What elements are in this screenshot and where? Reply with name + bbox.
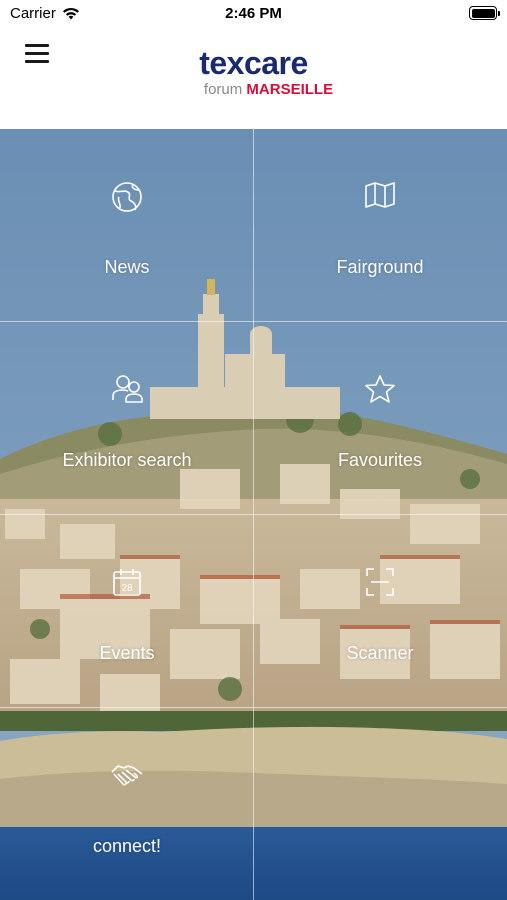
- calendar-day: 28: [121, 583, 133, 594]
- map-icon: [253, 181, 507, 215]
- status-bar: Carrier 2:46 PM: [0, 0, 507, 28]
- status-time: 2:46 PM: [225, 5, 282, 22]
- calendar-icon: 28: [0, 567, 254, 601]
- logo-sub-forum: forum: [203, 81, 243, 98]
- star-icon: [253, 374, 507, 408]
- tile-exhibitor-search-label: Exhibitor search: [62, 450, 192, 470]
- tile-exhibitor-search[interactable]: Exhibitor search: [0, 322, 254, 515]
- tile-favourites[interactable]: Favourites: [253, 322, 507, 515]
- scanner-icon: [253, 567, 507, 601]
- logo-sub-city: MARSEILLE: [246, 81, 334, 98]
- tile-scanner-label: Scanner: [346, 643, 414, 663]
- tile-fairground[interactable]: Fairground: [253, 129, 507, 322]
- tile-fairground-label: Fairground: [336, 257, 424, 277]
- handshake-icon: [0, 760, 254, 794]
- logo-sub-text: forum MARSEILLE: [0, 81, 507, 98]
- texcare-logo: texcare forum MARSEILLE: [0, 46, 507, 98]
- tile-connect[interactable]: connect!: [0, 708, 254, 900]
- tile-news-label: News: [104, 257, 150, 277]
- tile-scanner[interactable]: Scanner: [253, 515, 507, 708]
- tile-events-label: Events: [99, 643, 155, 663]
- people-icon: [0, 374, 254, 408]
- logo-main-text: texcare: [199, 45, 308, 81]
- globe-icon: [0, 181, 254, 215]
- tile-favourites-label: Favourites: [337, 450, 423, 470]
- tile-news[interactable]: News: [0, 129, 254, 322]
- home-tile-grid: News Fairground Exhibitor search Favouri…: [0, 129, 507, 900]
- tile-connect-label: connect!: [92, 836, 162, 856]
- tile-events[interactable]: 28 Events: [0, 515, 254, 708]
- app-header: texcare forum MARSEILLE: [0, 28, 507, 129]
- battery-icon: [469, 6, 500, 20]
